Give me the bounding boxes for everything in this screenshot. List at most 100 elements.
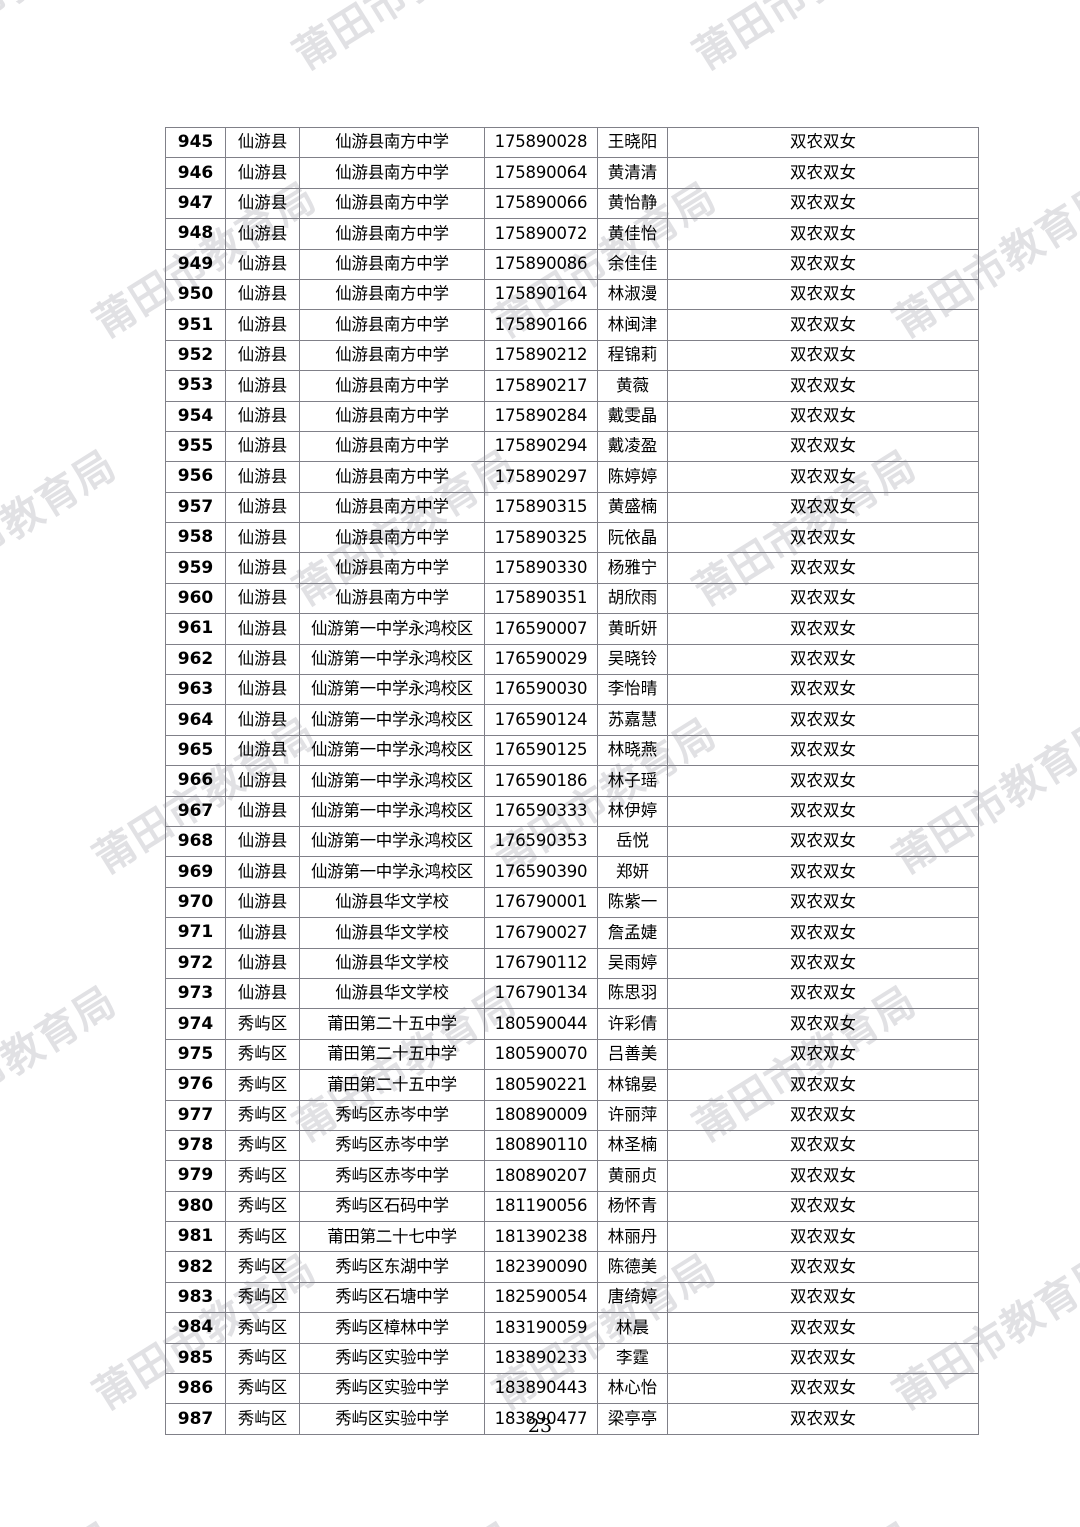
row-category: 双农双女 [667,1190,979,1223]
student-roster-table: 945 仙游县 仙游县南方中学 175890028 王晓阳 双农双女 946 仙游县 仙游县南方… [165,126,979,1435]
table-row: 978 秀屿区 秀屿区赤岑中学 180890110 林圣楠 双农双女 [165,1129,979,1162]
row-category: 双农双女 [667,248,979,280]
row-district: 仙游县 [225,309,300,341]
row-category: 双农双女 [667,977,979,1010]
row-school: 莆田第二十五中学 [299,1069,485,1101]
row-index: 959 [165,552,226,584]
row-index: 966 [165,765,226,797]
row-exam-id: 180890009 [484,1099,598,1131]
row-name: 吴晓铃 [597,643,668,676]
row-category: 双农双女 [667,1008,979,1040]
row-district: 秀屿区 [225,1281,300,1314]
row-district: 秀屿区 [225,1038,300,1071]
row-school: 仙游第一中学永鸿校区 [299,765,485,797]
row-exam-id: 176590186 [484,765,598,797]
row-name: 林圣楠 [597,1129,668,1162]
row-category: 双农双女 [667,765,979,797]
row-name: 程锦莉 [597,339,668,372]
row-exam-id: 176590029 [484,643,598,676]
row-index: 952 [165,339,226,372]
row-index: 953 [165,370,226,402]
table-row: 969 仙游县 仙游第一中学永鸿校区 176590390 郑妍 双农双女 [165,856,979,888]
row-category: 双农双女 [667,856,979,888]
row-index: 946 [165,157,226,189]
row-name: 吴雨婷 [597,947,668,979]
table-row: 963 仙游县 仙游第一中学永鸿校区 176590030 李怡晴 双农双女 [165,674,979,706]
row-district: 仙游县 [225,370,300,402]
row-category: 双农双女 [667,1373,979,1405]
row-index: 956 [165,461,226,493]
row-exam-id: 181190056 [484,1190,598,1223]
row-exam-id: 175890212 [484,339,598,372]
row-school: 仙游县南方中学 [299,339,485,372]
row-category: 双农双女 [667,582,979,615]
row-index: 970 [165,886,226,919]
row-district: 仙游县 [225,825,300,858]
table-row: 959 仙游县 仙游县南方中学 175890330 杨雅宁 双农双女 [165,552,979,584]
table-row: 976 秀屿区 莆田第二十五中学 180590221 林锦晏 双农双女 [165,1069,979,1101]
row-category: 双农双女 [667,1251,979,1283]
table-row: 965 仙游县 仙游第一中学永鸿校区 176590125 林晓燕 双农双女 [165,734,979,767]
row-exam-id: 180590044 [484,1008,598,1040]
row-index: 949 [165,248,226,280]
row-name: 许彩倩 [597,1008,668,1040]
row-exam-id: 175890330 [484,552,598,584]
row-district: 仙游县 [225,218,300,250]
row-school: 仙游第一中学永鸿校区 [299,674,485,706]
row-school: 秀屿区赤岑中学 [299,1160,485,1192]
row-exam-id: 175890166 [484,309,598,341]
row-exam-id: 176790134 [484,977,598,1010]
row-district: 仙游县 [225,795,300,827]
table-row: 983 秀屿区 秀屿区石塘中学 182590054 唐绮婷 双农双女 [165,1281,979,1314]
row-district: 秀屿区 [225,1312,300,1344]
row-exam-id: 176790001 [484,886,598,919]
row-name: 林晨 [597,1312,668,1344]
table-row: 962 仙游县 仙游第一中学永鸿校区 176590029 吴晓铃 双农双女 [165,643,979,676]
table-row: 954 仙游县 仙游县南方中学 175890284 戴雯晶 双农双女 [165,400,979,432]
row-school: 仙游县南方中学 [299,552,485,584]
row-index: 984 [165,1312,226,1344]
row-district: 秀屿区 [225,1251,300,1283]
row-name: 詹孟婕 [597,917,668,949]
row-exam-id: 176590007 [484,613,598,645]
row-index: 967 [165,795,226,827]
row-district: 秀屿区 [225,1373,300,1405]
row-category: 双农双女 [667,339,979,372]
row-district: 仙游县 [225,491,300,524]
table-row: 982 秀屿区 秀屿区东湖中学 182390090 陈德美 双农双女 [165,1251,979,1283]
row-school: 仙游县南方中学 [299,522,485,554]
table-row: 948 仙游县 仙游县南方中学 175890072 黄佳怡 双农双女 [165,218,979,250]
row-name: 唐绮婷 [597,1281,668,1314]
row-name: 林晓燕 [597,734,668,767]
table-row: 985 秀屿区 秀屿区实验中学 183890233 李霆 双农双女 [165,1342,979,1375]
table-row: 952 仙游县 仙游县南方中学 175890212 程锦莉 双农双女 [165,339,979,372]
table-row: 970 仙游县 仙游县华文学校 176790001 陈紫一 双农双女 [165,886,979,919]
row-district: 仙游县 [225,643,300,676]
row-district: 仙游县 [225,430,300,463]
row-exam-id: 176590030 [484,674,598,706]
row-name: 阮依晶 [597,522,668,554]
row-school: 秀屿区樟林中学 [299,1312,485,1344]
row-category: 双农双女 [667,947,979,979]
row-school: 莆田第二十五中学 [299,1008,485,1040]
row-exam-id: 175890351 [484,582,598,615]
document-page: 945 仙游县 仙游县南方中学 175890028 王晓阳 双农双女 946 仙游县 仙游县南方… [0,0,1080,1527]
row-school: 仙游县南方中学 [299,157,485,189]
row-exam-id: 176790112 [484,947,598,979]
row-district: 仙游县 [225,947,300,979]
row-district: 秀屿区 [225,1342,300,1375]
table-row: 964 仙游县 仙游第一中学永鸿校区 176590124 苏嘉慧 双农双女 [165,704,979,736]
row-category: 双农双女 [667,1312,979,1344]
row-exam-id: 175890066 [484,187,598,220]
row-exam-id: 175890028 [484,126,598,159]
row-school: 仙游县南方中学 [299,582,485,615]
row-category: 双农双女 [667,1342,979,1375]
row-exam-id: 176590333 [484,795,598,827]
row-school: 仙游县南方中学 [299,309,485,341]
row-index: 974 [165,1008,226,1040]
row-index: 968 [165,825,226,858]
row-school: 仙游第一中学永鸿校区 [299,613,485,645]
row-school: 仙游第一中学永鸿校区 [299,825,485,858]
row-school: 仙游县南方中学 [299,430,485,463]
row-index: 975 [165,1038,226,1071]
